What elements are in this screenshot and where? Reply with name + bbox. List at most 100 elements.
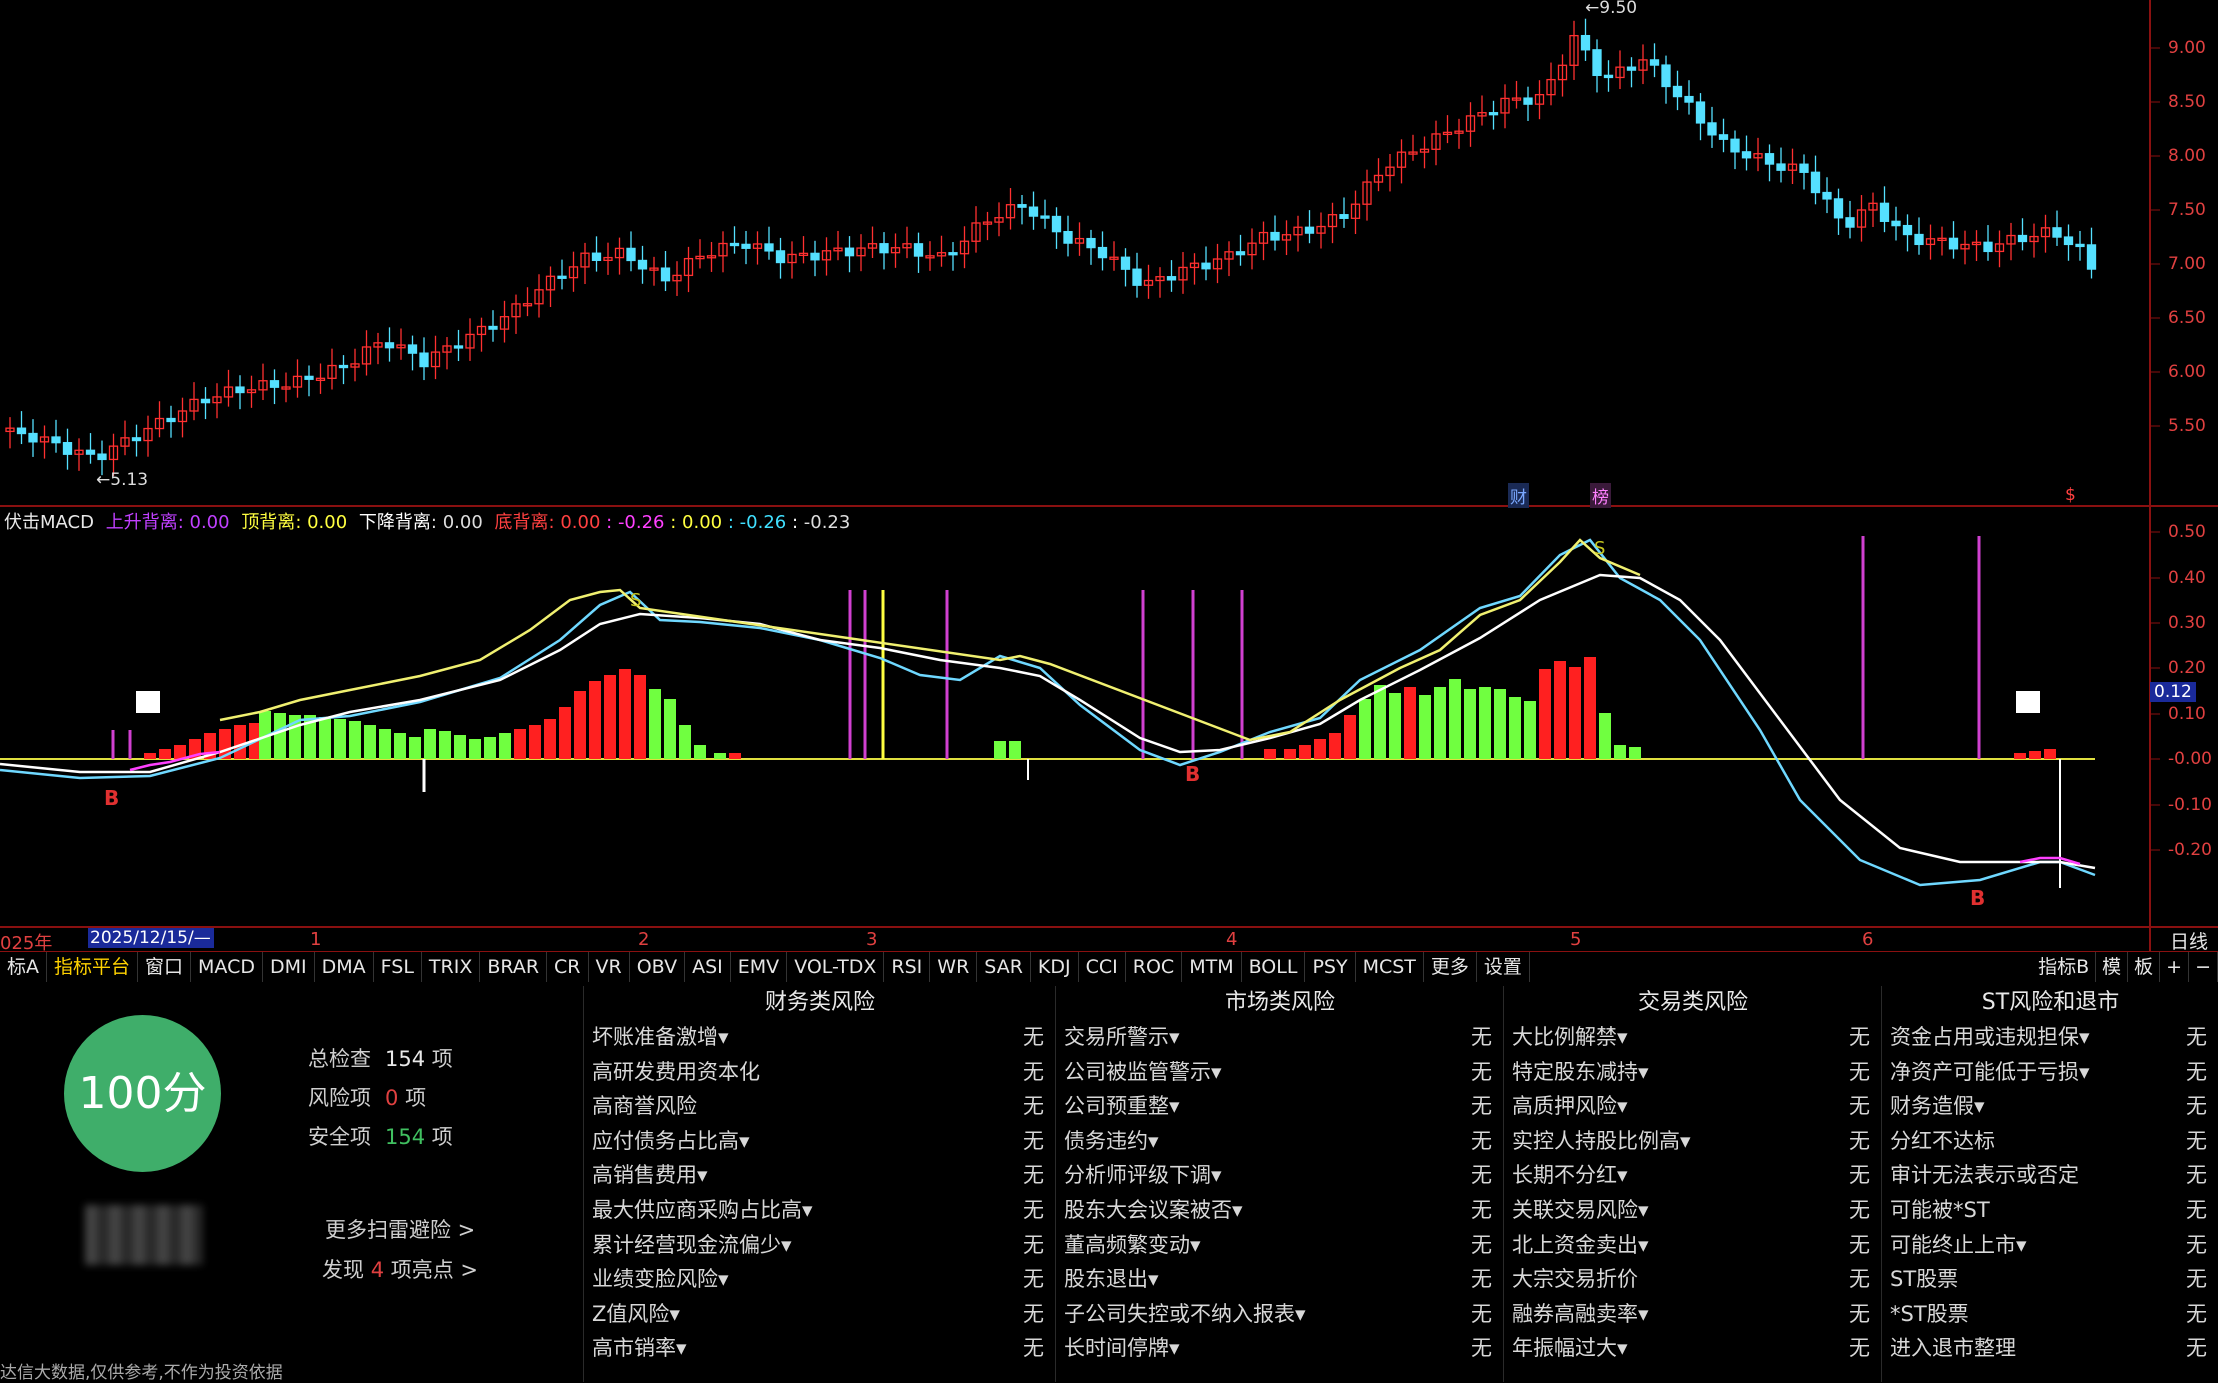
- risk-item[interactable]: 交易所警示▾ 无: [1056, 1020, 1504, 1055]
- risk-item[interactable]: 审计无法表示或否定 无: [1882, 1158, 2218, 1193]
- candle-body: [85, 449, 96, 455]
- candle-body: [591, 252, 602, 261]
- toolbar-item[interactable]: CR: [547, 952, 589, 982]
- toolbar-right-item[interactable]: +: [2160, 952, 2190, 982]
- toolbar-item[interactable]: 设置: [1477, 952, 1530, 982]
- risk-item[interactable]: 股东大会议案被否▾ 无: [1056, 1193, 1504, 1228]
- toolbar-item[interactable]: ASI: [685, 952, 731, 982]
- toolbar-item[interactable]: VR: [589, 952, 630, 982]
- risk-item[interactable]: 董高频繁变动▾ 无: [1056, 1228, 1504, 1263]
- toolbar-right-item[interactable]: −: [2189, 952, 2218, 982]
- toolbar-item[interactable]: 指标平台: [47, 952, 139, 982]
- toolbar-item[interactable]: 更多: [1424, 952, 1477, 982]
- toolbar-item[interactable]: TRIX: [422, 952, 481, 982]
- toolbar-item[interactable]: DMI: [263, 952, 315, 982]
- risk-item[interactable]: 可能终止上市▾ 无: [1882, 1228, 2218, 1263]
- candle-body: [1661, 64, 1671, 88]
- risk-item[interactable]: 可能被*ST 无: [1882, 1193, 2218, 1228]
- risk-item[interactable]: 财务造假▾ 无: [1882, 1089, 2218, 1124]
- risk-item[interactable]: 长期不分红▾ 无: [1504, 1158, 1882, 1193]
- candle-body: [1201, 262, 1211, 270]
- risk-item[interactable]: 高研发费用资本化 无: [584, 1055, 1056, 1090]
- toolbar-right-item[interactable]: 板: [2128, 952, 2161, 982]
- risk-item[interactable]: 公司被监管警示▾ 无: [1056, 1055, 1504, 1090]
- risk-item-value: 无: [1849, 1336, 1870, 1361]
- more-scan-link[interactable]: 更多扫雷避险 >: [325, 1214, 475, 1244]
- toolbar-item[interactable]: KDJ: [1031, 952, 1079, 982]
- risk-item[interactable]: 分红不达标 无: [1882, 1124, 2218, 1159]
- risk-item[interactable]: 资金占用或违规担保▾ 无: [1882, 1020, 2218, 1055]
- highlights-link[interactable]: 发现 4 项亮点 >: [322, 1254, 478, 1284]
- risk-item[interactable]: 高市销率▾ 无: [584, 1331, 1056, 1366]
- stock-chart-area[interactable]: [0, 0, 2218, 951]
- risk-item[interactable]: 进入退市整理 无: [1882, 1331, 2218, 1366]
- risk-item[interactable]: 高销售费用▾ 无: [584, 1158, 1056, 1193]
- toolbar-item[interactable]: BRAR: [480, 952, 548, 982]
- risk-item[interactable]: 大比例解禁▾ 无: [1504, 1020, 1882, 1055]
- toolbar-item[interactable]: RSI: [884, 952, 931, 982]
- risk-item-value: 无: [1849, 1267, 1870, 1292]
- marker-dollar[interactable]: $: [2065, 485, 2076, 505]
- marker-bang[interactable]: 榜: [1590, 483, 1611, 508]
- candle-body: [1684, 95, 1694, 103]
- toolbar-item[interactable]: MACD: [191, 952, 263, 982]
- candle-body: [1626, 66, 1637, 71]
- risk-item[interactable]: 关联交易风险▾ 无: [1504, 1193, 1882, 1228]
- risk-item[interactable]: 债务违约▾ 无: [1056, 1124, 1504, 1159]
- macd-histogram-bar: [1599, 713, 1611, 759]
- toolbar-item[interactable]: BOLL: [1242, 952, 1306, 982]
- risk-item[interactable]: 大宗交易折价 无: [1504, 1262, 1882, 1297]
- risk-item[interactable]: 公司预重整▾ 无: [1056, 1089, 1504, 1124]
- toolbar-item[interactable]: WR: [930, 952, 978, 982]
- risk-item[interactable]: ST股票 无: [1882, 1262, 2218, 1297]
- risk-item[interactable]: 业绩变脸风险▾ 无: [584, 1262, 1056, 1297]
- toolbar-right-item[interactable]: 指标B: [2032, 952, 2097, 982]
- signal-b-3: B: [1970, 886, 1986, 910]
- toolbar-item[interactable]: PSY: [1305, 952, 1356, 982]
- risk-item[interactable]: 净资产可能低于亏损▾ 无: [1882, 1055, 2218, 1090]
- toolbar-item[interactable]: MCST: [1356, 952, 1424, 982]
- toolbar-item[interactable]: FSL: [374, 952, 422, 982]
- risk-item[interactable]: 年振幅过大▾ 无: [1504, 1331, 1882, 1366]
- toolbar-item[interactable]: 标A: [0, 952, 47, 982]
- toolbar-item[interactable]: EMV: [731, 952, 788, 982]
- period-label[interactable]: 日线: [2170, 927, 2208, 954]
- toolbar-right-item[interactable]: 模: [2096, 952, 2129, 982]
- toolbar-item[interactable]: MTM: [1182, 952, 1242, 982]
- risk-item-value: 无: [1849, 1059, 1870, 1084]
- risk-item[interactable]: 融券高融卖率▾ 无: [1504, 1297, 1882, 1332]
- risk-item-value: 无: [1849, 1163, 1870, 1188]
- risk-item[interactable]: 应付债务占比高▾ 无: [584, 1124, 1056, 1159]
- risk-item[interactable]: 分析师评级下调▾ 无: [1056, 1158, 1504, 1193]
- toolbar-item[interactable]: DMA: [315, 952, 374, 982]
- risk-item[interactable]: 股东退出▾ 无: [1056, 1262, 1504, 1297]
- candle-body: [1695, 101, 1706, 124]
- risk-item[interactable]: 北上资金卖出▾ 无: [1504, 1228, 1882, 1263]
- risk-item[interactable]: *ST股票 无: [1882, 1297, 2218, 1332]
- risk-item[interactable]: 子公司失控或不纳入报表▾ 无: [1056, 1297, 1504, 1332]
- toolbar-item[interactable]: ROC: [1126, 952, 1183, 982]
- risk-item-name: 最大供应商采购占比高▾: [592, 1197, 813, 1222]
- macd-tick: 0.50: [2168, 522, 2206, 542]
- toolbar-item[interactable]: CCI: [1079, 952, 1126, 982]
- risk-item[interactable]: 高质押风险▾ 无: [1504, 1089, 1882, 1124]
- macd-histogram-bar: [1629, 747, 1641, 759]
- risk-item[interactable]: 最大供应商采购占比高▾ 无: [584, 1193, 1056, 1228]
- risk-item[interactable]: 高商誉风险 无: [584, 1089, 1056, 1124]
- macd-histogram-bar: [349, 721, 361, 759]
- risk-item[interactable]: 长时间停牌▾ 无: [1056, 1331, 1504, 1366]
- risk-item[interactable]: 实控人持股比例高▾ 无: [1504, 1124, 1882, 1159]
- month-5: 5: [1570, 929, 1582, 950]
- risk-item[interactable]: 坏账准备激增▾ 无: [584, 1020, 1056, 1055]
- risk-item[interactable]: 累计经营现金流偏少▾ 无: [584, 1228, 1056, 1263]
- risk-item[interactable]: 特定股东减持▾ 无: [1504, 1055, 1882, 1090]
- risk-item[interactable]: Z值风险▾ 无: [584, 1297, 1056, 1332]
- toolbar-item[interactable]: 窗口: [138, 952, 192, 982]
- toolbar-item[interactable]: OBV: [630, 952, 686, 982]
- marker-cai[interactable]: 财: [1508, 483, 1529, 508]
- cursor-date: 2025/12/15/—: [88, 928, 214, 948]
- toolbar-item[interactable]: VOL-TDX: [787, 952, 885, 982]
- risk-item-name: 分析师评级下调▾: [1064, 1163, 1222, 1188]
- candle-body: [1741, 151, 1752, 159]
- toolbar-item[interactable]: SAR: [977, 952, 1031, 982]
